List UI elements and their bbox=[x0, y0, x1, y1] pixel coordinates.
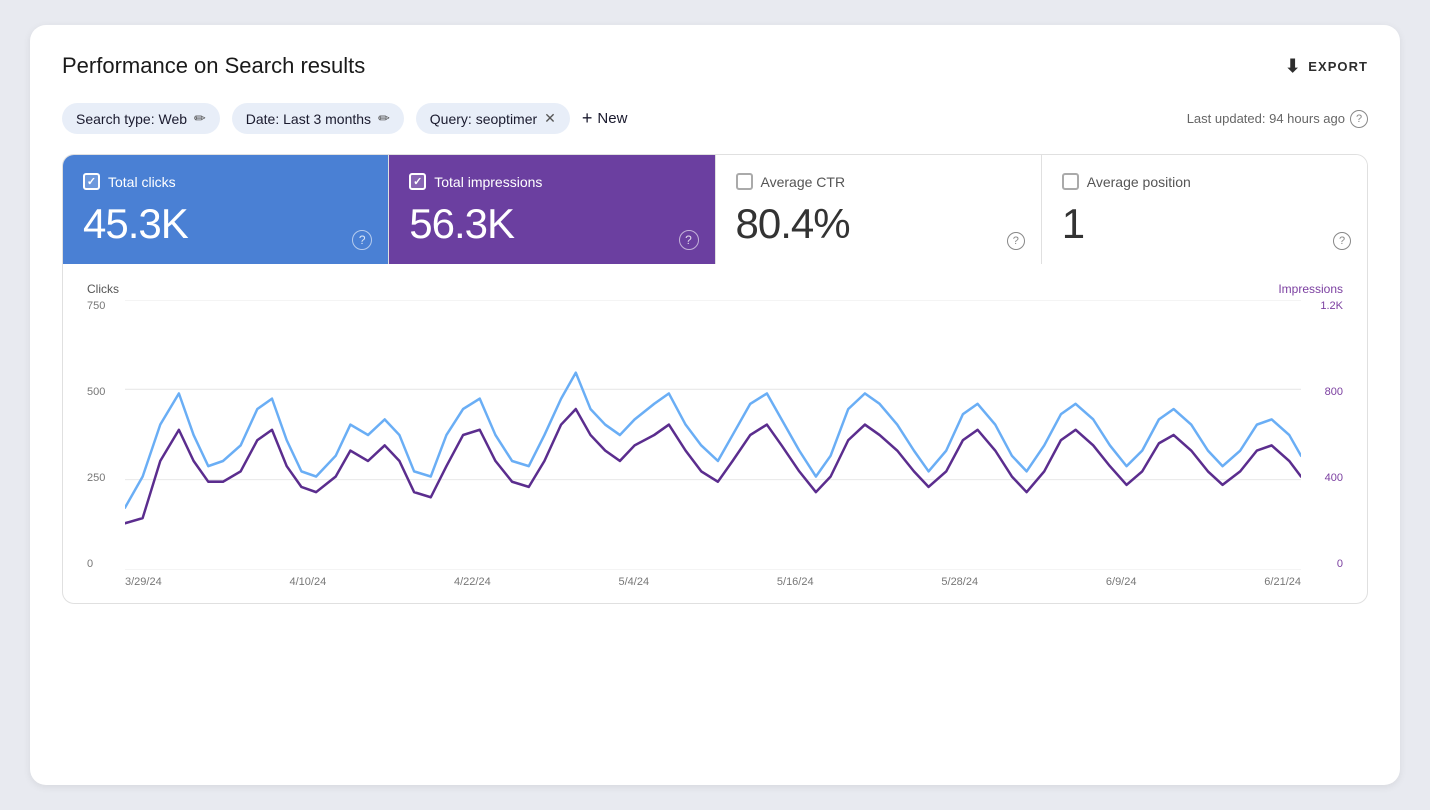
close-icon: ✕ bbox=[544, 110, 556, 127]
y-axis-right: 1.2K 800 400 0 bbox=[1303, 300, 1343, 570]
help-icon[interactable]: ? bbox=[1350, 110, 1368, 128]
metric-label-row-clicks: Total clicks bbox=[83, 173, 368, 190]
impressions-label: Total impressions bbox=[434, 174, 542, 190]
query-label: Query: seoptimer bbox=[430, 111, 537, 127]
impressions-value: 56.3K bbox=[409, 200, 694, 248]
ctr-label: Average CTR bbox=[761, 174, 846, 190]
date-label: Date: Last 3 months bbox=[246, 111, 371, 127]
position-value: 1 bbox=[1062, 200, 1347, 248]
edit-icon: ✏ bbox=[194, 110, 206, 127]
help-icon[interactable]: ? bbox=[1007, 232, 1025, 250]
help-icon[interactable]: ? bbox=[352, 230, 372, 250]
download-icon: ⬇ bbox=[1285, 56, 1301, 77]
metric-total-clicks[interactable]: Total clicks 45.3K ? bbox=[63, 155, 389, 264]
chart-inner: 750 500 250 0 1.2K 800 400 0 bbox=[87, 300, 1343, 570]
new-button[interactable]: + New bbox=[582, 108, 628, 129]
position-help: ? bbox=[1333, 231, 1351, 250]
clicks-checkbox[interactable] bbox=[83, 173, 100, 190]
edit-icon: ✏ bbox=[378, 110, 390, 127]
search-type-filter[interactable]: Search type: Web ✏ bbox=[62, 103, 220, 134]
header-row: Performance on Search results ⬇ EXPORT bbox=[62, 53, 1368, 79]
metric-total-impressions[interactable]: Total impressions 56.3K ? bbox=[389, 155, 715, 264]
ctr-help: ? bbox=[1007, 231, 1025, 250]
chart-left-label: Clicks bbox=[87, 282, 119, 296]
clicks-label: Total clicks bbox=[108, 174, 176, 190]
metrics-row: Total clicks 45.3K ? Total impressions 5… bbox=[62, 154, 1368, 264]
export-button[interactable]: ⬇ EXPORT bbox=[1285, 56, 1368, 77]
chart-right-label: Impressions bbox=[1278, 282, 1343, 296]
chart-labels-top: Clicks Impressions bbox=[87, 282, 1343, 296]
metric-label-row-position: Average position bbox=[1062, 173, 1347, 190]
help-icon[interactable]: ? bbox=[679, 230, 699, 250]
metric-label-row-impressions: Total impressions bbox=[409, 173, 694, 190]
impressions-help: ? bbox=[679, 230, 699, 250]
impressions-checkbox[interactable] bbox=[409, 173, 426, 190]
metric-average-ctr[interactable]: Average CTR 80.4% ? bbox=[716, 155, 1042, 264]
metric-label-row-ctr: Average CTR bbox=[736, 173, 1021, 190]
filters-row: Search type: Web ✏ Date: Last 3 months ✏… bbox=[62, 103, 1368, 134]
ctr-checkbox[interactable] bbox=[736, 173, 753, 190]
x-axis: 3/29/24 4/10/24 4/22/24 5/4/24 5/16/24 5… bbox=[87, 576, 1343, 588]
date-filter[interactable]: Date: Last 3 months ✏ bbox=[232, 103, 404, 134]
chart-svg bbox=[125, 300, 1301, 570]
main-card: Performance on Search results ⬇ EXPORT S… bbox=[30, 25, 1400, 785]
position-checkbox[interactable] bbox=[1062, 173, 1079, 190]
new-label: New bbox=[597, 110, 627, 127]
y-axis-left: 750 500 250 0 bbox=[87, 300, 122, 570]
chart-area: Clicks Impressions 750 500 250 0 1.2K 80… bbox=[62, 264, 1368, 604]
ctr-value: 80.4% bbox=[736, 200, 1021, 248]
last-updated: Last updated: 94 hours ago ? bbox=[1187, 110, 1368, 128]
plus-icon: + bbox=[582, 108, 593, 129]
position-label: Average position bbox=[1087, 174, 1191, 190]
help-icon[interactable]: ? bbox=[1333, 232, 1351, 250]
clicks-help: ? bbox=[352, 230, 372, 250]
metric-average-position[interactable]: Average position 1 ? bbox=[1042, 155, 1367, 264]
search-type-label: Search type: Web bbox=[76, 111, 187, 127]
page-title: Performance on Search results bbox=[62, 53, 365, 79]
query-filter[interactable]: Query: seoptimer ✕ bbox=[416, 103, 570, 134]
clicks-value: 45.3K bbox=[83, 200, 368, 248]
